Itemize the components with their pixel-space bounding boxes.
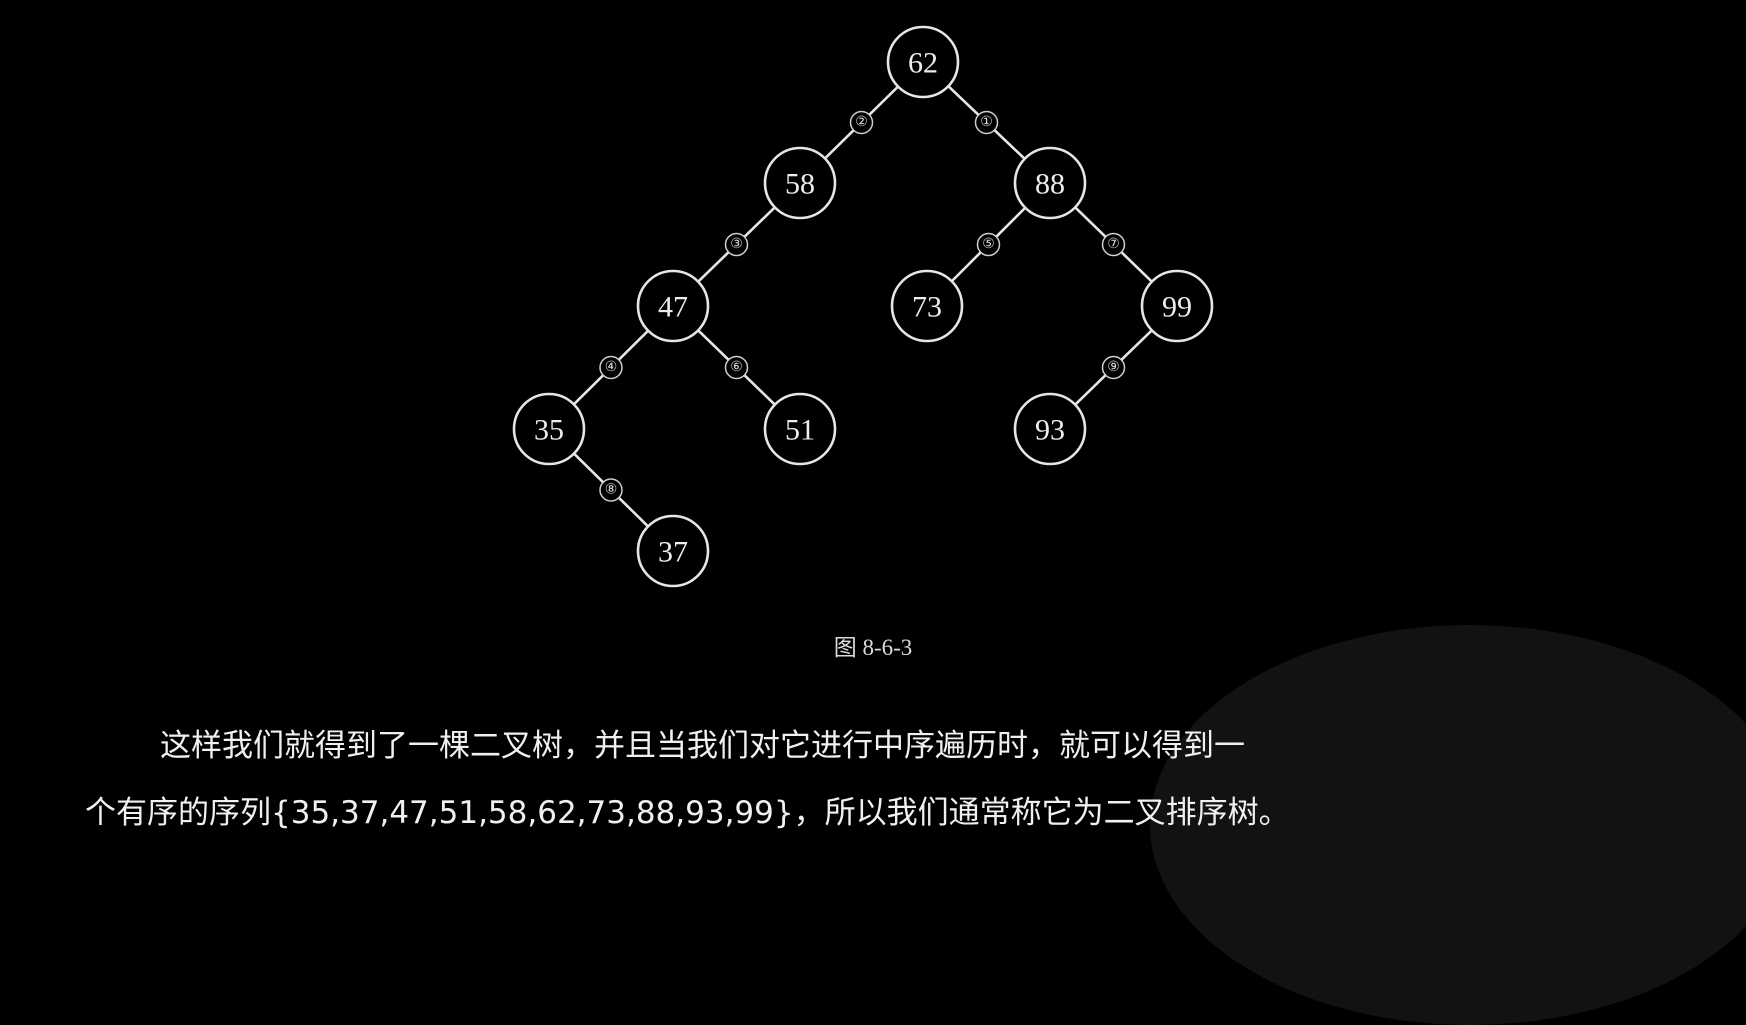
tree-node-label: 88	[1035, 168, 1065, 201]
tree-node-label: 47	[658, 291, 688, 324]
figure-caption: 图 8-6-3	[833, 635, 913, 660]
tree-node-label: 51	[785, 414, 815, 447]
step-badge-label: ④	[605, 360, 618, 375]
binary-sort-tree-diagram: ② ① ③ ⑤ ⑦ ④ ⑥ ⑨ ⑧ 62 58 88 47 73 99 35 51 93 37	[512, 25, 1214, 588]
tree-node-label: 62	[908, 47, 938, 80]
tree-node-label: 73	[912, 291, 942, 324]
step-badge-label: ⑤	[982, 237, 995, 252]
step-badge-label: ⑥	[730, 360, 743, 375]
step-badge: ⑥	[724, 355, 749, 380]
step-badge: ⑦	[1101, 232, 1126, 257]
step-badge-label: ③	[730, 237, 743, 252]
step-badge: ③	[724, 232, 749, 257]
tree-node-88: 88	[1013, 146, 1087, 220]
paragraph-line-1: 这样我们就得到了一棵二叉树，并且当我们对它进行中序遍历时，就可以得到一	[160, 728, 1245, 764]
tree-node-73: 73	[890, 269, 964, 343]
step-badge-label: ①	[980, 115, 993, 130]
tree-node-label: 58	[785, 168, 815, 201]
tree-node-35: 35	[512, 392, 586, 466]
tree-node-label: 35	[534, 414, 564, 447]
page: ② ① ③ ⑤ ⑦ ④ ⑥ ⑨ ⑧ 62 58 88 47 73 99 35 51 93 37 图 8-6-3 这…	[0, 0, 1746, 1025]
paragraph-line-2: 个有序的序列{35,37,47,51,58,62,73,88,93,99}，所以…	[85, 795, 1290, 831]
tree-node-51: 51	[763, 392, 837, 466]
tree-node-37: 37	[636, 514, 710, 588]
tree-node-62: 62	[886, 25, 960, 99]
step-badge: ④	[599, 355, 623, 380]
tree-node-99: 99	[1140, 269, 1214, 343]
step-badge-label: ⑦	[1107, 237, 1120, 252]
tree-node-47: 47	[636, 269, 710, 343]
step-badge-label: ②	[855, 115, 868, 130]
step-badge-label: ⑧	[605, 483, 618, 498]
step-badge-label: ⑨	[1107, 360, 1120, 375]
tree-node-93: 93	[1013, 392, 1087, 466]
tree-node-label: 99	[1162, 291, 1192, 324]
step-badge: ①	[974, 110, 999, 135]
step-badge: ⑧	[599, 478, 623, 502]
tree-node-label: 37	[658, 536, 688, 569]
tree-node-label: 93	[1035, 414, 1065, 447]
tree-node-58: 58	[763, 146, 837, 220]
step-badge: ⑤	[976, 232, 1001, 257]
step-badge: ②	[849, 110, 874, 135]
step-badge: ⑨	[1101, 355, 1126, 380]
